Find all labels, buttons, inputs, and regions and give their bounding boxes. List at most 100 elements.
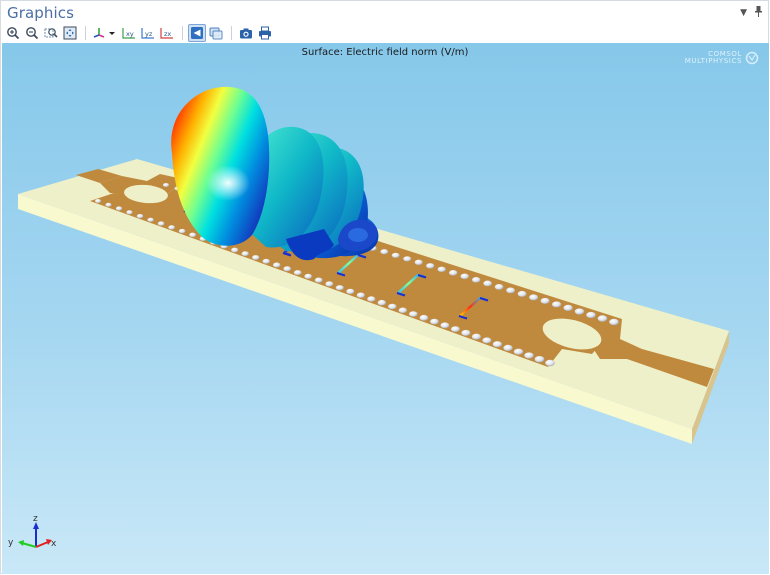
via-hole-front: [168, 225, 175, 230]
pin-icon[interactable]: [755, 6, 762, 20]
zoom-box-button[interactable]: [42, 24, 60, 42]
via-hole-back: [494, 284, 504, 290]
zoom-in-icon: [7, 27, 20, 40]
via-hole-back: [609, 318, 619, 326]
zoom-in-button[interactable]: [4, 24, 22, 42]
printer-icon: [259, 26, 271, 40]
via-hole-front: [126, 210, 133, 215]
via-hole-back: [449, 270, 458, 276]
graphics-toolbar: xy yz zx: [4, 24, 275, 42]
via-hole-front: [440, 322, 450, 329]
x-axis: [35, 541, 49, 548]
transparency-button[interactable]: [207, 24, 225, 42]
via-hole-back: [414, 259, 423, 265]
via-hole-back: [506, 287, 515, 294]
via-hole-front: [283, 266, 292, 272]
image-snapshot-button[interactable]: [237, 24, 255, 42]
svg-text:yz: yz: [145, 30, 153, 38]
zoom-out-button[interactable]: [23, 24, 41, 42]
via-hole-front: [178, 228, 186, 234]
axes-triad: z y x: [8, 514, 57, 549]
via-hole-front: [534, 356, 545, 363]
via-hole-front: [524, 352, 534, 359]
via-hole-back: [563, 304, 573, 311]
via-hole-back: [483, 280, 492, 287]
toolbar-separator: [85, 26, 86, 40]
via-hole-front: [189, 232, 197, 238]
via-hole-front: [157, 221, 165, 226]
via-hole-front: [105, 202, 112, 207]
via-hole-front: [367, 296, 376, 302]
main-lobe-highlight: [206, 165, 250, 201]
via-hole-back: [460, 273, 469, 280]
zoom-extents-icon: [63, 26, 77, 40]
z-axis-label: z: [33, 514, 38, 524]
via-hole-front: [451, 326, 460, 332]
toolbar-separator: [231, 26, 232, 40]
via-hole-front: [115, 206, 123, 211]
via-hole-back: [472, 277, 481, 283]
via-hole-front: [492, 341, 502, 348]
zoom-extents-button[interactable]: [61, 24, 79, 42]
y-axis: [21, 542, 37, 548]
via-hole-front: [325, 281, 334, 287]
y-axis-arrow: [18, 540, 24, 546]
via-hole-back: [426, 263, 435, 269]
via-hole-front: [419, 314, 429, 321]
xy-view-button[interactable]: xy: [120, 24, 138, 42]
via-hole-back: [540, 297, 550, 304]
via-hole-back: [517, 290, 527, 297]
via-hole-front: [335, 285, 344, 291]
svg-text:xy: xy: [126, 30, 134, 38]
via-hole-front: [513, 348, 524, 355]
via-hole-front: [136, 214, 144, 219]
via-hole-front: [377, 299, 386, 306]
via-hole-front: [461, 329, 471, 336]
via-hole-back: [574, 308, 585, 315]
zx-view-button[interactable]: zx: [158, 24, 176, 42]
via-hole-front: [231, 247, 239, 253]
back-lobe-inner: [348, 228, 368, 242]
via-hole-back: [380, 249, 389, 255]
plot-title: Surface: Electric field norm (V/m): [302, 47, 469, 58]
via-hole-front: [398, 307, 407, 314]
go-to-default-view-button[interactable]: [91, 24, 119, 42]
dropdown-arrow-icon[interactable]: ▼: [740, 8, 747, 18]
print-button[interactable]: [256, 24, 274, 42]
via-hole-front: [482, 337, 492, 344]
x-axis-label: x: [51, 539, 57, 549]
scene-light-button[interactable]: [188, 24, 206, 42]
via-hole-front: [252, 255, 260, 260]
graphics-window: Graphics ▼ xy yz zx Surface: Electric fi…: [0, 0, 769, 574]
toolbar-separator: [182, 26, 183, 40]
graphics-viewport[interactable]: Surface: Electric field norm (V/m) COMSO…: [2, 43, 769, 574]
via-hole-front: [346, 288, 355, 295]
yz-view-button[interactable]: yz: [139, 24, 157, 42]
via-hole-front: [241, 251, 249, 257]
via-hole-back: [597, 315, 608, 322]
model-scene[interactable]: Surface: Electric field norm (V/m): [2, 43, 769, 574]
via-hole-front: [430, 318, 439, 325]
via-hole-front: [356, 292, 365, 298]
axes-view-icon: [93, 28, 115, 38]
via-hole-back: [552, 301, 562, 308]
window-title: Graphics: [7, 4, 75, 22]
via-hole-front: [147, 217, 154, 222]
radiation-pattern: [171, 86, 379, 261]
svg-text:zx: zx: [164, 30, 171, 38]
via-hole-front: [471, 333, 481, 340]
logo-line-2: MULTIPHYSICS: [684, 57, 742, 65]
via-hole-front: [503, 344, 513, 351]
via-hole-front: [304, 273, 313, 279]
via-hole-front: [262, 258, 270, 264]
camera-icon: [240, 28, 252, 39]
comsol-logo-icon: [745, 51, 759, 65]
via-hole-front: [545, 359, 555, 367]
window-controls: ▼: [740, 6, 762, 20]
zx-plane-icon: zx: [160, 28, 173, 39]
via-hole-front: [273, 262, 281, 268]
via-hole-back: [403, 256, 412, 262]
scene-light-icon: [191, 27, 203, 39]
via-hole-front: [388, 303, 397, 310]
zoom-box-icon: [44, 28, 58, 38]
